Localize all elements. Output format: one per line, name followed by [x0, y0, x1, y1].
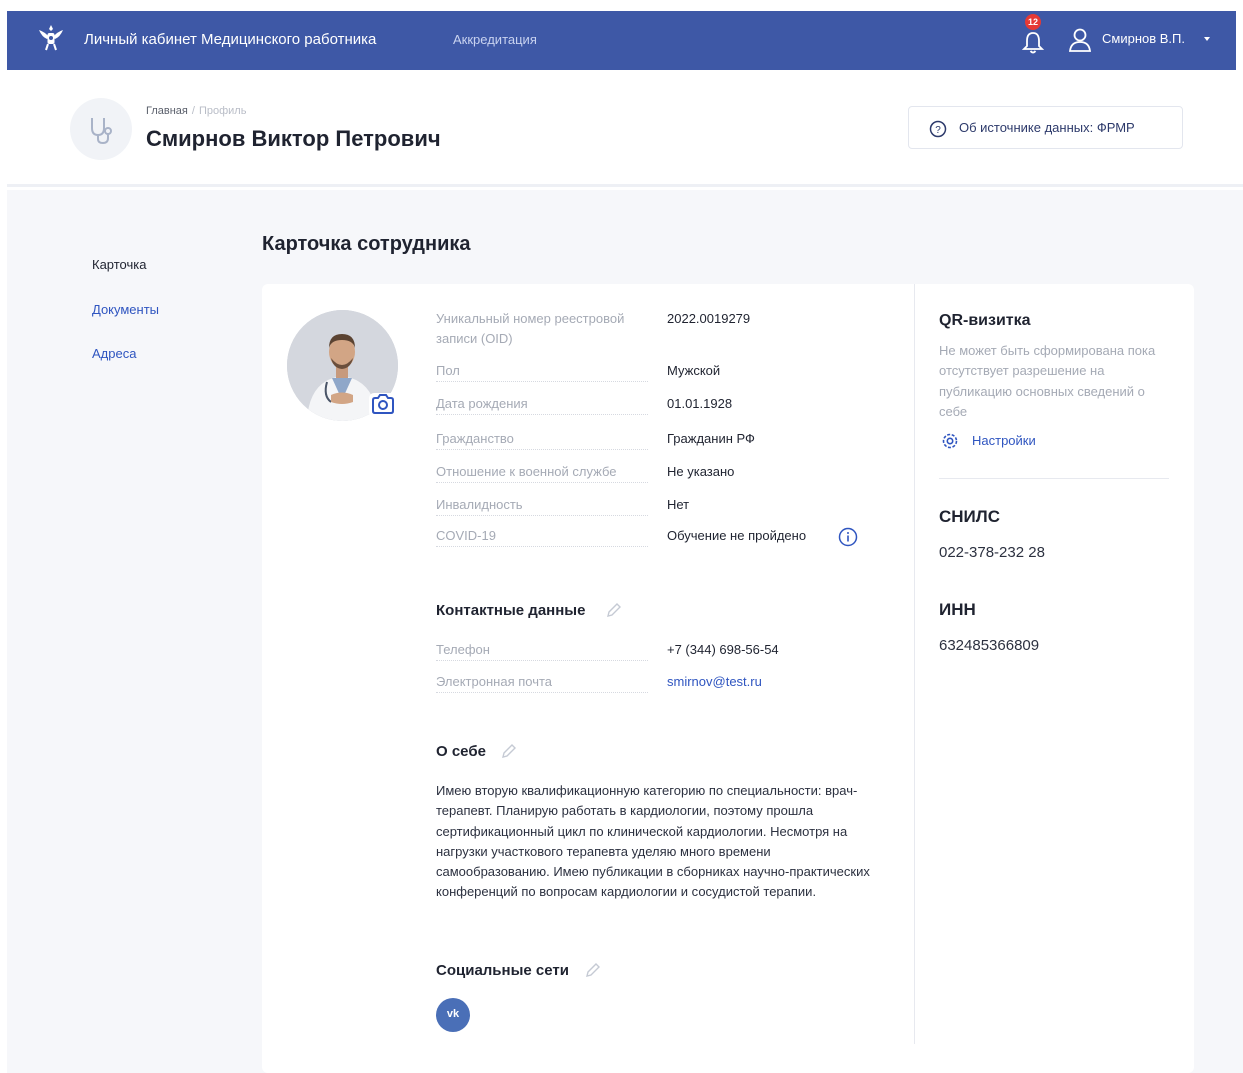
- inn-title: ИНН: [939, 600, 976, 619]
- caret-down-icon[interactable]: [1204, 37, 1210, 41]
- card-divider: [914, 284, 915, 1044]
- data-source-button[interactable]: ? Об источнике данных: ФРМР: [908, 106, 1183, 149]
- user-icon[interactable]: [1068, 27, 1092, 53]
- app-title: Личный кабинет Медицинского работника: [84, 31, 377, 48]
- bell-icon[interactable]: [1020, 29, 1046, 55]
- field-value-birthdate: 01.01.1928: [667, 396, 733, 411]
- question-circle-icon: ?: [929, 120, 947, 138]
- qr-card-description: Не может быть сформирована пока отсутств…: [939, 343, 1156, 419]
- breadcrumb-home[interactable]: Главная: [146, 105, 188, 117]
- field-value-military: Не указано: [667, 464, 735, 479]
- email-link[interactable]: smirnov@test.ru: [667, 673, 762, 691]
- sidebar-item-addresses[interactable]: Адреса: [92, 346, 136, 361]
- field-label-email: Электронная почта: [436, 673, 648, 693]
- field-value-covid: Обучение не пройдено: [667, 528, 807, 543]
- top-navigation-bar: Личный кабинет Медицинского работника Ак…: [7, 11, 1236, 70]
- field-label-military: Отношение к военной службе: [436, 463, 648, 483]
- emblem-icon: [39, 25, 63, 51]
- edit-contacts-pencil-icon[interactable]: [604, 600, 624, 620]
- breadcrumb-separator: /: [191, 105, 195, 117]
- field-value-citizenship: Гражданин РФ: [667, 431, 755, 446]
- snils-title: СНИЛС: [939, 507, 1000, 526]
- field-label-phone: Телефон: [436, 641, 648, 661]
- vk-icon: vk: [446, 1008, 460, 1020]
- svg-text:?: ?: [935, 125, 941, 136]
- breadcrumb: Главная / Профиль: [146, 105, 246, 117]
- field-value-oid: 2022.0019279: [667, 311, 751, 326]
- sidebar-item-card[interactable]: Карточка: [92, 257, 146, 272]
- contacts-title: Контактные данные: [436, 602, 586, 619]
- about-title: О себе: [436, 743, 486, 760]
- qr-card-title: QR-визитка: [939, 312, 1031, 329]
- field-value-phone: +7 (344) 698-56-54: [667, 642, 779, 657]
- field-label-disability: Инвалидность: [436, 496, 648, 516]
- inn-value: 632485366809: [939, 637, 1040, 654]
- stethoscope-icon: [91, 118, 112, 145]
- sidebar-item-documents[interactable]: Документы: [92, 302, 159, 317]
- profile-header: Главная / Профиль Смирнов Виктор Петрович …: [7, 70, 1243, 187]
- snils-value: 022-378-232 28: [939, 544, 1045, 561]
- section-title: Карточка сотрудника: [262, 233, 471, 255]
- gear-icon: [942, 433, 958, 449]
- right-divider: [939, 478, 1169, 479]
- field-label-gender: Пол: [436, 362, 648, 382]
- user-menu[interactable]: Смирнов В.П.: [1102, 31, 1185, 46]
- vk-social-button[interactable]: vk: [436, 998, 470, 1032]
- camera-icon[interactable]: [368, 390, 398, 418]
- field-label-birthdate: Дата рождения: [436, 395, 648, 415]
- field-value-disability: Нет: [667, 497, 690, 512]
- edit-social-pencil-icon[interactable]: [583, 960, 603, 980]
- field-label-covid: COVID-19: [436, 527, 648, 547]
- breadcrumb-current: Профиль: [198, 105, 247, 117]
- page-title: Смирнов Виктор Петрович: [146, 126, 441, 151]
- info-icon[interactable]: [838, 527, 858, 547]
- notification-badge: 12: [1025, 14, 1041, 30]
- field-label-citizenship: Гражданство: [436, 430, 648, 450]
- edit-about-pencil-icon[interactable]: [499, 741, 519, 761]
- social-title: Социальные сети: [436, 962, 569, 979]
- stethoscope-avatar: [70, 98, 132, 160]
- about-text: Имею вторую квалификационную категорию п…: [436, 783, 870, 900]
- settings-label: Настройки: [972, 433, 1036, 448]
- nav-accreditation-link[interactable]: Аккредитация: [453, 32, 537, 47]
- data-source-label: Об источнике данных: ФРМР: [959, 120, 1135, 135]
- field-value-gender: Мужской: [667, 363, 721, 378]
- field-label-oid: Уникальный номер реестровой записи (OID): [436, 311, 625, 346]
